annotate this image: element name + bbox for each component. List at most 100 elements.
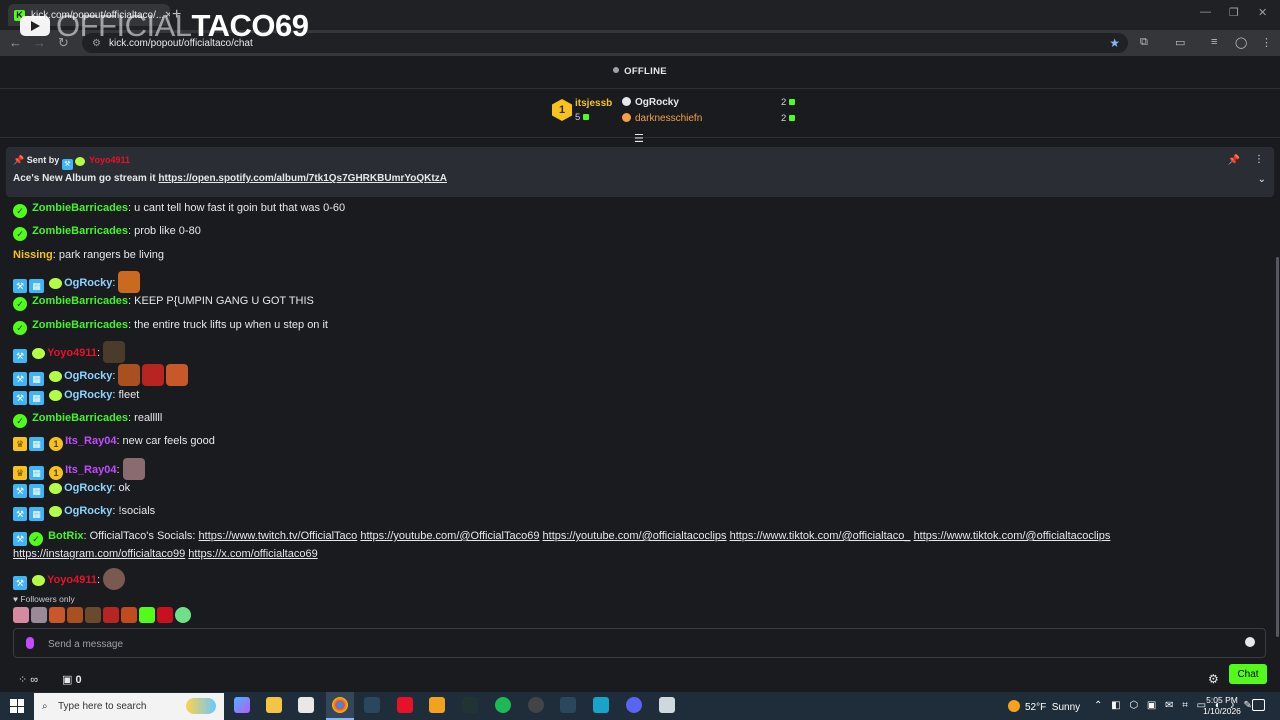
expand-leaderboard-icon[interactable]: ☰: [634, 132, 644, 145]
gift-icon: [789, 115, 796, 121]
file-explorer-icon[interactable]: [266, 697, 282, 713]
emote-icon[interactable]: [103, 607, 119, 623]
username[interactable]: OgRocky: [64, 370, 112, 382]
bronze-badge-icon: [622, 113, 631, 122]
username[interactable]: OgRocky: [64, 389, 112, 401]
channel-points: ⁘ ∞: [18, 673, 38, 686]
restore-icon[interactable]: ❐: [1229, 6, 1239, 19]
xbox-app-icon[interactable]: [593, 697, 609, 713]
reading-list-icon[interactable]: ≡: [1211, 36, 1217, 48]
weather-widget[interactable]: 52°F Sunny: [1008, 700, 1080, 713]
points-icon[interactable]: ⁘: [18, 674, 27, 686]
snipping-tool-icon[interactable]: [659, 697, 675, 713]
store-icon[interactable]: [298, 697, 314, 713]
steam-alt-icon[interactable]: [560, 697, 576, 713]
chevron-down-icon[interactable]: ⌄: [1258, 174, 1266, 185]
x-link[interactable]: https://x.com/officialtaco69: [188, 548, 317, 560]
crown-badge-icon: ♛: [13, 466, 27, 480]
pinned-sender-name[interactable]: Yoyo4911: [89, 155, 130, 165]
emote-icon[interactable]: [121, 607, 137, 623]
leader-first-name[interactable]: itsjessb: [575, 98, 612, 109]
emote-icon[interactable]: [13, 607, 29, 623]
tiktok-clips-link[interactable]: https://www.tiktok.com/@officialtacoclip…: [914, 530, 1111, 542]
stream-status: OFFLINE: [0, 66, 1280, 77]
search-icon: ⌕: [42, 701, 48, 712]
chat-settings-gear-icon[interactable]: ⚙: [1208, 672, 1219, 686]
username[interactable]: OgRocky: [64, 482, 112, 494]
verified-badge-icon: ✓: [29, 532, 43, 546]
username[interactable]: ZombieBarricades: [32, 412, 128, 424]
username[interactable]: Its_Ray04: [65, 464, 116, 476]
chat-input[interactable]: [46, 635, 1230, 653]
bookmark-star-icon[interactable]: ★: [1109, 36, 1120, 50]
taskbar-search[interactable]: ⌕ Type here to search: [34, 693, 224, 720]
taskbar-clock[interactable]: 5:05 PM 1/10/2026: [1201, 695, 1243, 717]
copilot-icon[interactable]: [234, 697, 250, 713]
notification-icon[interactable]: [1252, 699, 1265, 711]
pinned-spotify-link[interactable]: https://open.spotify.com/album/7tk1Qs7GH…: [158, 173, 447, 184]
username[interactable]: Yoyo4911: [47, 347, 97, 359]
instagram-link[interactable]: https://instagram.com/officialtaco99: [13, 548, 185, 560]
window-close-icon[interactable]: ✕: [1258, 6, 1267, 19]
username[interactable]: OgRocky: [64, 505, 112, 517]
kicks-value: 0: [75, 674, 82, 686]
message-text: : park rangers be living: [52, 249, 165, 261]
orange-app-icon[interactable]: [429, 697, 445, 713]
username[interactable]: ZombieBarricades: [32, 319, 128, 331]
emote-icon[interactable]: [157, 607, 173, 623]
browser-menu-icon[interactable]: ⋮: [1261, 36, 1272, 49]
red-app-icon[interactable]: [397, 697, 413, 713]
gift-icon: [583, 114, 590, 120]
emote-icon[interactable]: [49, 607, 65, 623]
username[interactable]: OgRocky: [64, 277, 112, 289]
discord-icon[interactable]: [626, 697, 642, 713]
unpin-icon[interactable]: 📌: [1228, 155, 1240, 166]
username[interactable]: Yoyo4911: [47, 574, 97, 586]
logitech-icon[interactable]: [528, 697, 544, 713]
sent-by-label: Sent by: [26, 155, 60, 165]
extensions-icon[interactable]: ⧉: [1140, 36, 1148, 49]
gift-rank-badge-icon: 1: [49, 437, 64, 451]
tiktok-link[interactable]: https://www.tiktok.com/@officialtaco_: [730, 530, 911, 542]
profile-icon[interactable]: ◯: [1235, 36, 1247, 49]
username[interactable]: Nissing: [13, 249, 53, 261]
emote-icon[interactable]: [67, 607, 83, 623]
username[interactable]: ZombieBarricades: [32, 295, 128, 307]
chrome-icon[interactable]: [332, 697, 348, 713]
chat-footer: ⁘ ∞ ▣ 0 ⚙ Chat: [0, 663, 1280, 693]
windows-start-icon[interactable]: [10, 699, 24, 713]
chat-scrollbar[interactable]: [1276, 257, 1279, 637]
username[interactable]: ZombieBarricades: [32, 225, 128, 237]
emote-icon[interactable]: [85, 607, 101, 623]
bank-icon[interactable]: ▣: [62, 674, 72, 686]
emoji-picker-icon[interactable]: [1245, 637, 1255, 647]
steam-icon[interactable]: [364, 697, 380, 713]
emote-icon[interactable]: [31, 607, 47, 623]
minimize-icon[interactable]: —: [1200, 6, 1211, 18]
username[interactable]: Its_Ray04: [65, 435, 116, 447]
moderator-badge-icon: ⚒: [13, 391, 27, 405]
send-chat-button[interactable]: Chat: [1229, 664, 1267, 684]
username[interactable]: ZombieBarricades: [32, 202, 128, 214]
weather-condition: Sunny: [1051, 702, 1081, 713]
spotify-icon[interactable]: [495, 697, 511, 713]
leader-third-count: 2: [781, 113, 796, 124]
chat-message: ♛ ▦ 1 Its_Ray04:: [13, 458, 147, 480]
chat-identity-icon[interactable]: [26, 637, 34, 649]
leader-third[interactable]: darknesschiefn 2: [622, 113, 796, 124]
pinned-more-icon[interactable]: ⋮: [1254, 154, 1264, 165]
username[interactable]: BotRix: [48, 530, 83, 542]
emote-icon[interactable]: [139, 607, 155, 623]
terminal-app-icon[interactable]: [462, 697, 478, 713]
moderator-badge-icon: ⚒: [61, 159, 73, 170]
chat-input-box: [13, 628, 1266, 658]
youtube-clips-link[interactable]: https://youtube.com/@officialtacoclips: [543, 530, 727, 542]
twitch-link[interactable]: https://www.twitch.tv/OfficialTaco: [199, 530, 358, 542]
message-text: : u cant tell how fast it goin but that …: [128, 202, 346, 214]
cast-icon[interactable]: ▭: [1175, 36, 1185, 49]
youtube-link[interactable]: https://youtube.com/@OfficialTaco69: [360, 530, 539, 542]
leader-second[interactable]: OgRocky 2: [622, 97, 796, 108]
watermark-bold-text: TACO69: [191, 8, 310, 43]
emote-icon[interactable]: [175, 607, 191, 623]
chat-message: ♛ ▦ 1 Its_Ray04: new car feels good: [13, 434, 215, 451]
